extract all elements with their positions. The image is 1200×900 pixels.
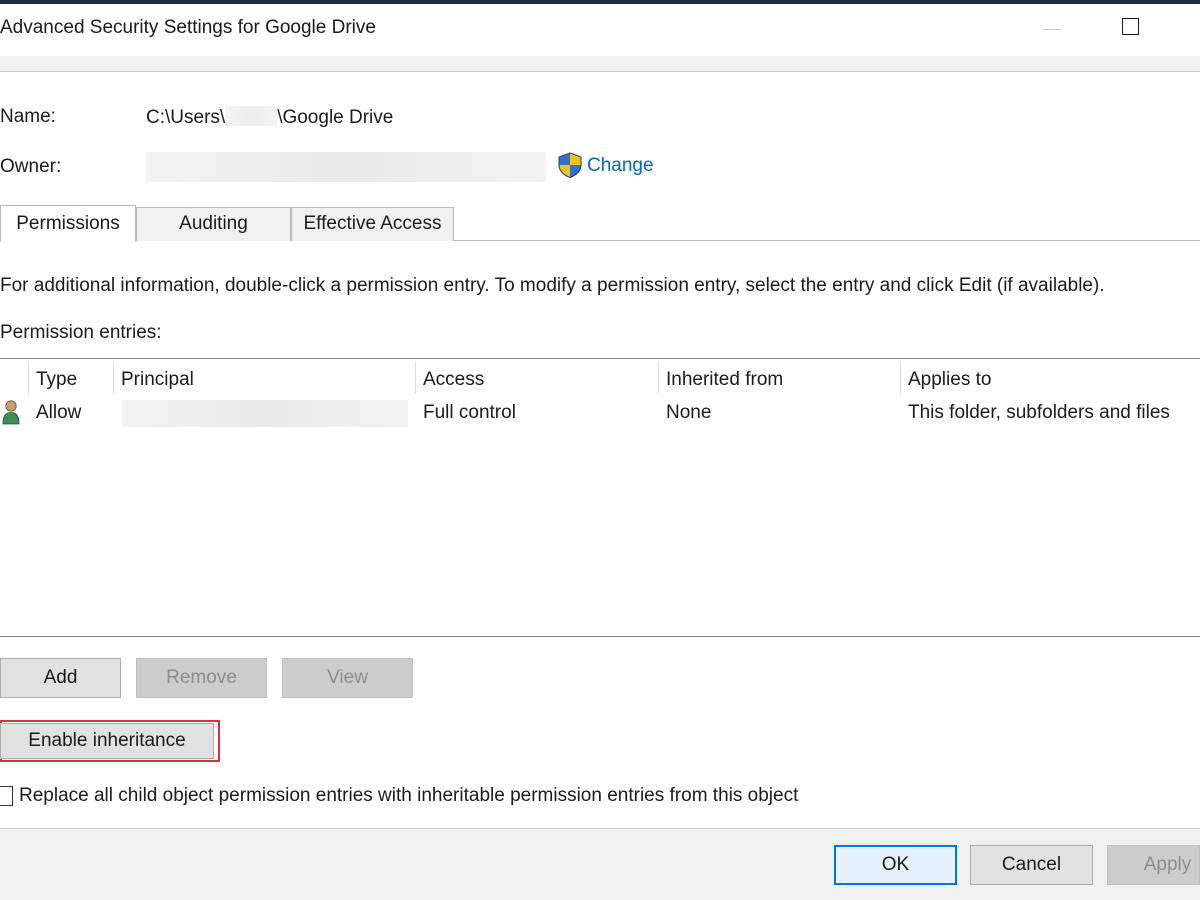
name-label: Name:	[0, 106, 56, 127]
replace-child-entries-label[interactable]: Replace all child object permission entr…	[19, 785, 798, 807]
window-title: Advanced Security Settings for Google Dr…	[0, 17, 376, 38]
column-separator	[658, 362, 659, 394]
title-separator	[0, 56, 1200, 72]
tab-effective-access[interactable]: Effective Access	[291, 207, 454, 241]
column-header-applies-to[interactable]: Applies to	[908, 369, 991, 391]
owner-label: Owner:	[0, 156, 62, 177]
change-owner-link[interactable]: Change	[587, 155, 654, 177]
info-text: For additional information, double-click…	[0, 275, 1105, 296]
add-button[interactable]: Add	[0, 658, 121, 698]
cell-access: Full control	[423, 402, 516, 423]
column-header-type[interactable]: Type	[36, 369, 77, 391]
view-button[interactable]: View	[282, 658, 413, 698]
name-path-suffix: \Google Drive	[277, 107, 394, 128]
ok-button[interactable]: OK	[834, 845, 957, 885]
column-separator	[900, 362, 901, 394]
apply-button[interactable]: Apply	[1107, 845, 1200, 885]
tab-auditing[interactable]: Auditing	[136, 207, 291, 241]
column-separator	[113, 362, 114, 394]
minimize-button[interactable]	[1043, 29, 1061, 30]
maximize-button[interactable]	[1122, 18, 1139, 35]
column-separator	[415, 362, 416, 394]
uac-shield-icon	[558, 152, 582, 179]
user-icon	[2, 400, 20, 425]
cancel-button[interactable]: Cancel	[970, 845, 1093, 885]
cell-principal-redacted	[122, 400, 408, 427]
permission-entries-label: Permission entries:	[0, 322, 162, 343]
tab-permissions[interactable]: Permissions	[0, 205, 136, 242]
name-path: C:\Users\ \Google Drive	[146, 106, 393, 129]
column-header-inherited-from[interactable]: Inherited from	[666, 369, 783, 391]
column-separator	[28, 362, 29, 394]
cell-type: Allow	[36, 402, 82, 423]
cell-applies-to: This folder, subfolders and files	[908, 402, 1170, 423]
remove-button[interactable]: Remove	[136, 658, 267, 698]
name-path-prefix: C:\Users\	[146, 107, 226, 128]
redacted-username	[225, 106, 278, 126]
column-header-access[interactable]: Access	[423, 369, 484, 391]
replace-child-entries-checkbox[interactable]	[0, 786, 13, 806]
enable-inheritance-button[interactable]: Enable inheritance	[0, 723, 214, 759]
cell-inherited-from: None	[666, 402, 712, 423]
column-header-principal[interactable]: Principal	[121, 369, 194, 391]
owner-value-redacted	[146, 152, 546, 182]
